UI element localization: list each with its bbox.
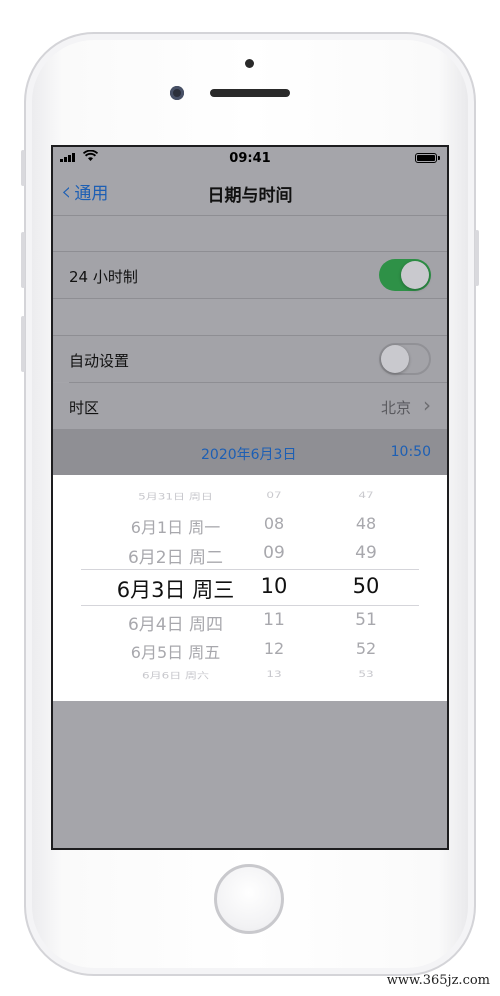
- power-button: [475, 230, 479, 286]
- minute-wheel[interactable]: 47 48 49 50 51 52 53: [341, 475, 391, 701]
- mute-switch: [21, 150, 25, 186]
- date-time-picker: 5月31日 周日 6月1日 周一 6月2日 周二 6月3日 周三 6月4日 周四 6月5日…: [53, 475, 447, 701]
- earpiece-speaker: [210, 89, 290, 97]
- toggle-knob: [401, 261, 429, 289]
- page-title: 日期与时间: [207, 186, 293, 206]
- date-wheel-item[interactable]: 5月31日 周日: [113, 490, 238, 502]
- timezone-row[interactable]: 时区 北京 ›: [53, 383, 447, 429]
- auto-set-row: 自动设置: [53, 336, 447, 382]
- date-wheel-item[interactable]: 6月1日 周一: [113, 514, 238, 538]
- hour-wheel-item[interactable]: 10: [249, 574, 299, 598]
- hour-wheel-item[interactable]: 09: [249, 543, 299, 563]
- divider: [53, 298, 447, 299]
- hour-wheel[interactable]: 07 08 09 10 11 12 13: [249, 475, 299, 701]
- navigation-bar: ‹ 通用 日期与时间: [53, 169, 447, 216]
- timezone-value: 北京: [380, 399, 411, 417]
- selected-date[interactable]: 2020年6月3日: [201, 444, 296, 464]
- front-camera: [170, 86, 184, 100]
- minute-wheel-item[interactable]: 49: [341, 543, 391, 563]
- date-wheel-item[interactable]: 6月6日 周六: [113, 669, 238, 681]
- minute-wheel-item[interactable]: 52: [341, 639, 391, 658]
- minute-wheel-item[interactable]: 53: [341, 669, 391, 679]
- date-wheel-item[interactable]: 6月2日 周二: [113, 543, 238, 568]
- divider: [53, 251, 447, 252]
- proximity-sensor: [245, 59, 254, 68]
- home-button[interactable]: [214, 864, 284, 934]
- selected-time[interactable]: 10:50: [391, 444, 431, 460]
- toggle-knob: [381, 345, 409, 373]
- date-wheel-item[interactable]: 6月3日 周三: [113, 574, 238, 604]
- date-wheel-item[interactable]: 6月4日 周四: [113, 610, 238, 635]
- hour24-row: 24 小时制: [53, 252, 447, 298]
- hour-wheel-item[interactable]: 13: [249, 669, 299, 679]
- screen: 09:41 ‹ 通用 日期与时间 24 小时制 自动设置 时区 北京 › 202…: [51, 145, 449, 850]
- date-wheel[interactable]: 5月31日 周日 6月1日 周一 6月2日 周二 6月3日 周三 6月4日 周四 6月5日…: [113, 475, 238, 701]
- minute-wheel-item[interactable]: 50: [341, 574, 391, 598]
- hour24-label: 24 小时制: [69, 268, 138, 286]
- selection-line-bottom: [81, 605, 419, 606]
- minute-wheel-item[interactable]: 51: [341, 610, 391, 630]
- volume-down-button: [21, 316, 25, 372]
- auto-set-label: 自动设置: [69, 352, 130, 370]
- status-bar: 09:41: [53, 147, 447, 169]
- hour-wheel-item[interactable]: 11: [249, 610, 299, 630]
- hour24-toggle[interactable]: [379, 259, 431, 291]
- status-time: 09:41: [229, 151, 271, 166]
- selection-line-top: [81, 569, 419, 570]
- date-wheel-item[interactable]: 6月5日 周五: [113, 639, 238, 663]
- watermark: www.365jz.com: [386, 973, 490, 988]
- auto-set-toggle[interactable]: [379, 343, 431, 375]
- selected-datetime-row: 2020年6月3日 10:50: [53, 429, 447, 475]
- hour-wheel-item[interactable]: 08: [249, 514, 299, 533]
- volume-up-button: [21, 232, 25, 288]
- hour-wheel-item[interactable]: 07: [249, 490, 299, 500]
- hour-wheel-item[interactable]: 12: [249, 639, 299, 658]
- battery-icon: [415, 153, 440, 163]
- chevron-right-icon: ›: [423, 393, 431, 417]
- minute-wheel-item[interactable]: 48: [341, 514, 391, 533]
- minute-wheel-item[interactable]: 47: [341, 490, 391, 500]
- timezone-label: 时区: [69, 399, 100, 417]
